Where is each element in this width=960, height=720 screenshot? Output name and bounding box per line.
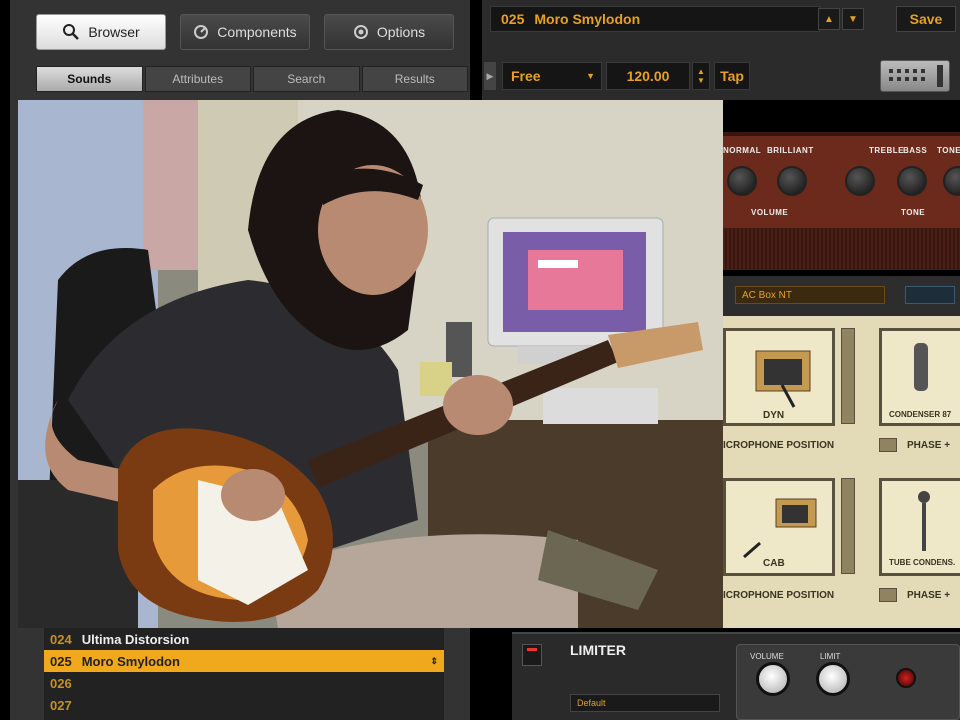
phase-toggle-2[interactable]	[879, 588, 897, 602]
cabinet-top-bar: AC Box NT	[723, 276, 960, 316]
play-arrow-icon[interactable]: ▶	[484, 62, 496, 90]
preset-list-number: 026	[50, 675, 72, 691]
search-icon	[63, 24, 80, 40]
limiter-preset-value: Default	[577, 698, 606, 708]
preset-list-number: 024	[50, 631, 72, 647]
amp-label-volume: VOLUME	[751, 208, 789, 217]
tap-button[interactable]: Tap	[714, 62, 750, 90]
mic-slot-1-caption: DYN	[763, 410, 785, 421]
bass-knob[interactable]	[897, 166, 927, 196]
limiter-module: LIMITER Default VOLUME LIMIT	[512, 632, 960, 720]
mic-slider-2[interactable]	[841, 478, 855, 574]
mic-slider-1[interactable]	[841, 328, 855, 424]
limiter-led-icon	[896, 668, 916, 688]
preset-up-icon[interactable]: ▲	[818, 8, 840, 30]
components-icon	[194, 25, 209, 39]
components-tab-label: Components	[217, 24, 297, 40]
amp-label-normal: NORMAL	[723, 146, 762, 155]
preset-list-number: 025	[50, 653, 72, 669]
list-item[interactable]: 027	[44, 694, 444, 716]
list-item[interactable]: 024 Ultima Distorsion	[44, 628, 444, 650]
treble-knob[interactable]	[845, 166, 875, 196]
list-item[interactable]: 026	[44, 672, 444, 694]
amp-head: NORMAL BRILLIANT TREBLE BASS TONE VOLUME…	[723, 132, 960, 270]
limiter-title: LIMITER	[570, 642, 626, 658]
subtab-results[interactable]: Results	[361, 66, 468, 92]
mic-position-label-2: ICROPHONE POSITION	[723, 590, 835, 601]
amp-label-tone-bottom: TONE	[901, 208, 926, 217]
mic-slot-4-caption: TUBE CONDENS.	[889, 558, 956, 567]
cabinet-panel: AC Box NT DYN CONDENSER 87 ICROPHONE POS…	[723, 276, 960, 628]
subtab-search[interactable]: Search	[253, 66, 360, 92]
browser-tab[interactable]: Browser	[36, 14, 166, 50]
list-item-selected[interactable]: 025 Moro Smylodon ⇕	[44, 650, 444, 672]
keyboard-icon[interactable]	[880, 60, 950, 92]
options-tab-label: Options	[376, 24, 426, 40]
limiter-preset-select[interactable]: Default	[570, 694, 720, 712]
browser-subtabs: Sounds Attributes Search Results	[36, 66, 468, 92]
preset-down-icon[interactable]: ▼	[842, 8, 864, 30]
options-tab[interactable]: Options	[324, 14, 454, 50]
preset-display[interactable]: 025 Moro Smylodon	[490, 6, 820, 32]
volume-normal-knob[interactable]	[727, 166, 757, 196]
tempo-mode-value: Free	[511, 68, 541, 84]
preset-list-name: Ultima Distorsion	[81, 631, 190, 647]
sort-arrows-icon: ⇕	[430, 655, 438, 666]
mic-position-label-1: ICROPHONE POSITION	[723, 440, 835, 451]
preset-list-name: Moro Smylodon	[81, 653, 180, 669]
components-tab[interactable]: Components	[180, 14, 310, 50]
chevron-down-icon: ▼	[586, 71, 595, 81]
mic-slot-3-caption: CAB	[763, 558, 785, 569]
tone-knob[interactable]	[943, 166, 960, 196]
mic-slot-2-caption: CONDENSER 87	[889, 410, 952, 419]
options-icon	[353, 25, 368, 39]
cabinet-meter	[905, 286, 955, 304]
phase-toggle-1[interactable]	[879, 438, 897, 452]
amp-label-bass: BASS	[903, 146, 928, 155]
guitarist-video-frame	[18, 100, 723, 628]
preset-list: 024 Ultima Distorsion 025 Moro Smylodon …	[44, 628, 444, 720]
save-button[interactable]: Save	[896, 6, 956, 32]
tempo-field[interactable]: 120.00	[606, 62, 690, 90]
tempo-mode-select[interactable]: Free ▼	[502, 62, 602, 90]
limiter-limit-knob[interactable]	[816, 662, 850, 696]
amp-label-treble: TREBLE	[869, 146, 904, 155]
browser-tab-label: Browser	[88, 24, 140, 40]
tempo-value: 120.00	[626, 68, 670, 84]
limiter-volume-label: VOLUME	[750, 652, 784, 661]
cabinet-select-value: AC Box NT	[742, 289, 793, 301]
limiter-power-button[interactable]	[522, 644, 542, 666]
preset-number: 025	[501, 11, 525, 27]
phase-label-1: PHASE +	[907, 440, 951, 451]
cabinet-select[interactable]: AC Box NT	[735, 286, 885, 304]
subtab-attributes[interactable]: Attributes	[144, 66, 251, 92]
preset-list-number: 027	[50, 697, 72, 713]
limiter-limit-label: LIMIT	[820, 652, 841, 661]
phase-label-2: PHASE +	[907, 590, 951, 601]
preset-name: Moro Smylodon	[534, 11, 641, 27]
amp-label-tone: TONE	[937, 146, 960, 155]
amp-label-brilliant: BRILLIANT	[767, 146, 814, 155]
limiter-volume-knob[interactable]	[756, 662, 790, 696]
preset-header: 025 Moro Smylodon ▲ ▼ Save ▶ Free ▼ 120.…	[482, 0, 960, 100]
tempo-stepper-icon[interactable]: ▲ ▼	[692, 62, 710, 90]
subtab-sounds[interactable]: Sounds	[36, 66, 143, 92]
volume-brilliant-knob[interactable]	[777, 166, 807, 196]
amp-grille	[723, 228, 960, 270]
